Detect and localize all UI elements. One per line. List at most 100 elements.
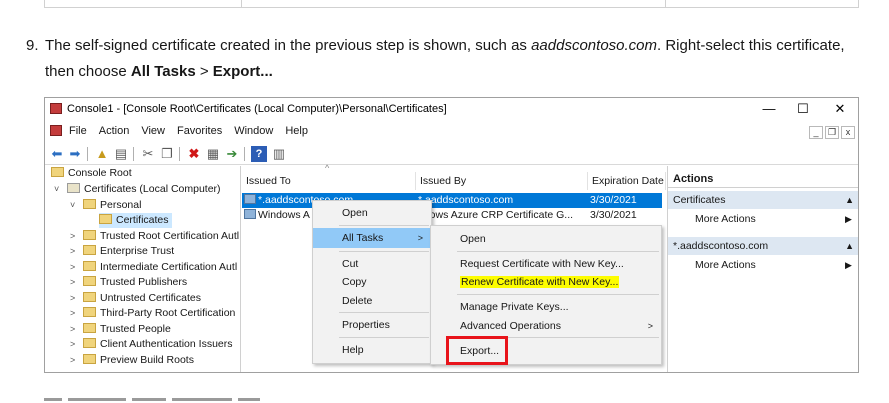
menu-item-help[interactable]: Help (313, 340, 431, 360)
properties-icon[interactable]: ▦ (205, 146, 221, 162)
chevron-right-icon[interactable]: > (70, 306, 80, 321)
tree-node-untrusted[interactable]: > Untrusted Certificates (70, 291, 201, 306)
chevron-down-icon[interactable]: ˅ (70, 198, 80, 213)
tree-node-intermediate[interactable]: > Intermediate Certification Autl (70, 260, 237, 275)
submenu-item-manage-keys[interactable]: Manage Private Keys... (431, 297, 661, 317)
section-label: Certificates (673, 194, 726, 206)
collapse-icon[interactable]: ▲ (845, 237, 854, 255)
chevron-right-icon[interactable]: > (70, 322, 80, 337)
menu-item-cut[interactable]: Cut (313, 254, 431, 274)
tree-node-label: Enterprise Trust (100, 245, 175, 257)
chevron-right-icon[interactable]: > (70, 229, 80, 244)
console-menu-icon[interactable] (50, 125, 62, 136)
folder-icon (83, 338, 96, 348)
table-row[interactable]: *.aaddscontoso.com *.aaddscontoso.com 3/… (242, 193, 662, 208)
menu-help[interactable]: Help (285, 125, 308, 137)
certificate-store-icon (67, 183, 80, 193)
chevron-right-icon[interactable]: > (70, 260, 80, 275)
menu-favorites[interactable]: Favorites (177, 125, 222, 137)
mdi-restore-button[interactable]: ❐ (825, 126, 839, 139)
tree-node-trusted-people[interactable]: > Trusted People (70, 322, 171, 337)
step-text-start: The self-signed certificate created in t… (45, 37, 532, 54)
cropped-text-fragment (68, 398, 126, 401)
next-step-text-cutoff (44, 396, 544, 403)
chevron-right-icon[interactable]: > (70, 275, 80, 290)
column-header-issued-to[interactable]: Issued To (242, 172, 416, 190)
menu-item-open[interactable]: Open (313, 203, 431, 223)
column-header-expiration[interactable]: Expiration Date (588, 172, 666, 190)
copy-icon[interactable]: ❐ (159, 146, 175, 162)
menu-file[interactable]: File (69, 125, 87, 137)
folder-icon (83, 354, 96, 364)
menu-item-properties[interactable]: Properties (313, 315, 431, 335)
menu-separator (339, 251, 429, 252)
show-action-pane-icon[interactable]: ▥ (271, 146, 287, 162)
step-number: 9. (26, 37, 39, 54)
cell-expiration: 3/30/2021 (590, 209, 637, 221)
step-domain-name: aaddscontoso.com (531, 37, 658, 54)
tree-node-label: Client Authentication Issuers (100, 338, 233, 350)
menu-item-label: Advanced Operations (460, 320, 561, 332)
chevron-right-icon[interactable]: > (70, 244, 80, 259)
actions-section-selected-cert[interactable]: *.aaddscontoso.com ▲ (668, 237, 858, 255)
cropped-text-fragment (44, 398, 62, 401)
help-icon[interactable]: ? (251, 146, 267, 162)
menu-item-copy[interactable]: Copy (313, 272, 431, 292)
menu-view[interactable]: View (141, 125, 165, 137)
menu-item-all-tasks[interactable]: All Tasks > (313, 228, 431, 248)
menu-bar: File Action View Favorites Window Help _… (45, 122, 858, 141)
menu-action[interactable]: Action (99, 125, 130, 137)
submenu-item-advanced[interactable]: Advanced Operations > (431, 316, 661, 336)
export-list-icon[interactable]: ➔ (224, 146, 240, 162)
tree-node-third-party-root[interactable]: > Third-Party Root Certification (70, 306, 235, 321)
mdi-minimize-button[interactable]: _ (809, 126, 823, 139)
tree-node-client-auth[interactable]: > Client Authentication Issuers (70, 337, 233, 352)
menu-item-delete[interactable]: Delete (313, 291, 431, 311)
tree-node-enterprise-trust[interactable]: > Enterprise Trust (70, 244, 175, 259)
action-label: More Actions (695, 213, 756, 225)
cut-icon[interactable]: ✂ (140, 146, 156, 162)
forward-icon[interactable]: ➡ (67, 146, 83, 162)
actions-title: Actions (668, 170, 858, 188)
tree-node-personal[interactable]: ˅ Personal (70, 198, 141, 213)
more-actions-selected-cert[interactable]: More Actions ▶ (695, 258, 852, 273)
collapse-icon[interactable]: ▲ (845, 191, 854, 209)
folder-icon (51, 167, 64, 177)
table-row[interactable]: Windows A ndows Azure CRP Certificate G.… (242, 208, 662, 223)
tree-node-preview-build[interactable]: > Preview Build Roots (70, 353, 194, 368)
actions-section-certificates[interactable]: Certificates ▲ (668, 191, 858, 209)
show-hide-tree-icon[interactable]: ▤ (113, 146, 129, 162)
up-folder-icon[interactable]: ▲ (94, 146, 110, 162)
close-button[interactable]: ✕ (820, 99, 858, 119)
submenu-item-renew-new-key[interactable]: Renew Certificate with New Key... (431, 272, 661, 292)
cell-text: Windows A (258, 209, 310, 221)
back-icon[interactable]: ⬅ (49, 146, 65, 162)
submenu-item-request-new-key[interactable]: Request Certificate with New Key... (431, 254, 661, 274)
tree-node-trusted-publishers[interactable]: > Trusted Publishers (70, 275, 187, 290)
tree-node-label: Trusted Root Certification Autl (100, 230, 240, 242)
mdi-close-button[interactable]: x (841, 126, 855, 139)
export-callout-box (446, 336, 508, 365)
menu-item-label: All Tasks (342, 232, 384, 244)
folder-icon (83, 323, 96, 333)
toolbar-separator (133, 147, 134, 161)
tree-node-certificates[interactable]: Certificates (99, 213, 172, 228)
column-header-issued-by[interactable]: Issued By (416, 172, 588, 190)
tree-node-console-root[interactable]: Console Root (51, 166, 132, 181)
menu-separator (339, 225, 429, 226)
tree-node-label: Preview Build Roots (100, 354, 194, 366)
chevron-right-icon[interactable]: > (70, 337, 80, 352)
maximize-button[interactable]: ☐ (783, 99, 823, 119)
submenu-item-open[interactable]: Open (431, 229, 661, 249)
chevron-right-icon[interactable]: > (70, 353, 80, 368)
chevron-right-icon[interactable]: > (70, 291, 80, 306)
chevron-down-icon[interactable]: ˅ (54, 182, 64, 197)
tree-node-trusted-root[interactable]: > Trusted Root Certification Autl (70, 229, 240, 244)
more-actions-certificates[interactable]: More Actions ▶ (695, 212, 852, 227)
actions-pane: Actions Certificates ▲ More Actions ▶ *.aa… (667, 166, 858, 372)
cropped-text-fragment (132, 398, 166, 401)
tree-node-certificates-local[interactable]: ˅ Certificates (Local Computer) (54, 182, 221, 197)
menu-window[interactable]: Window (234, 125, 273, 137)
delete-icon[interactable]: ✖ (186, 146, 202, 162)
step-all-tasks: All Tasks (130, 63, 196, 80)
